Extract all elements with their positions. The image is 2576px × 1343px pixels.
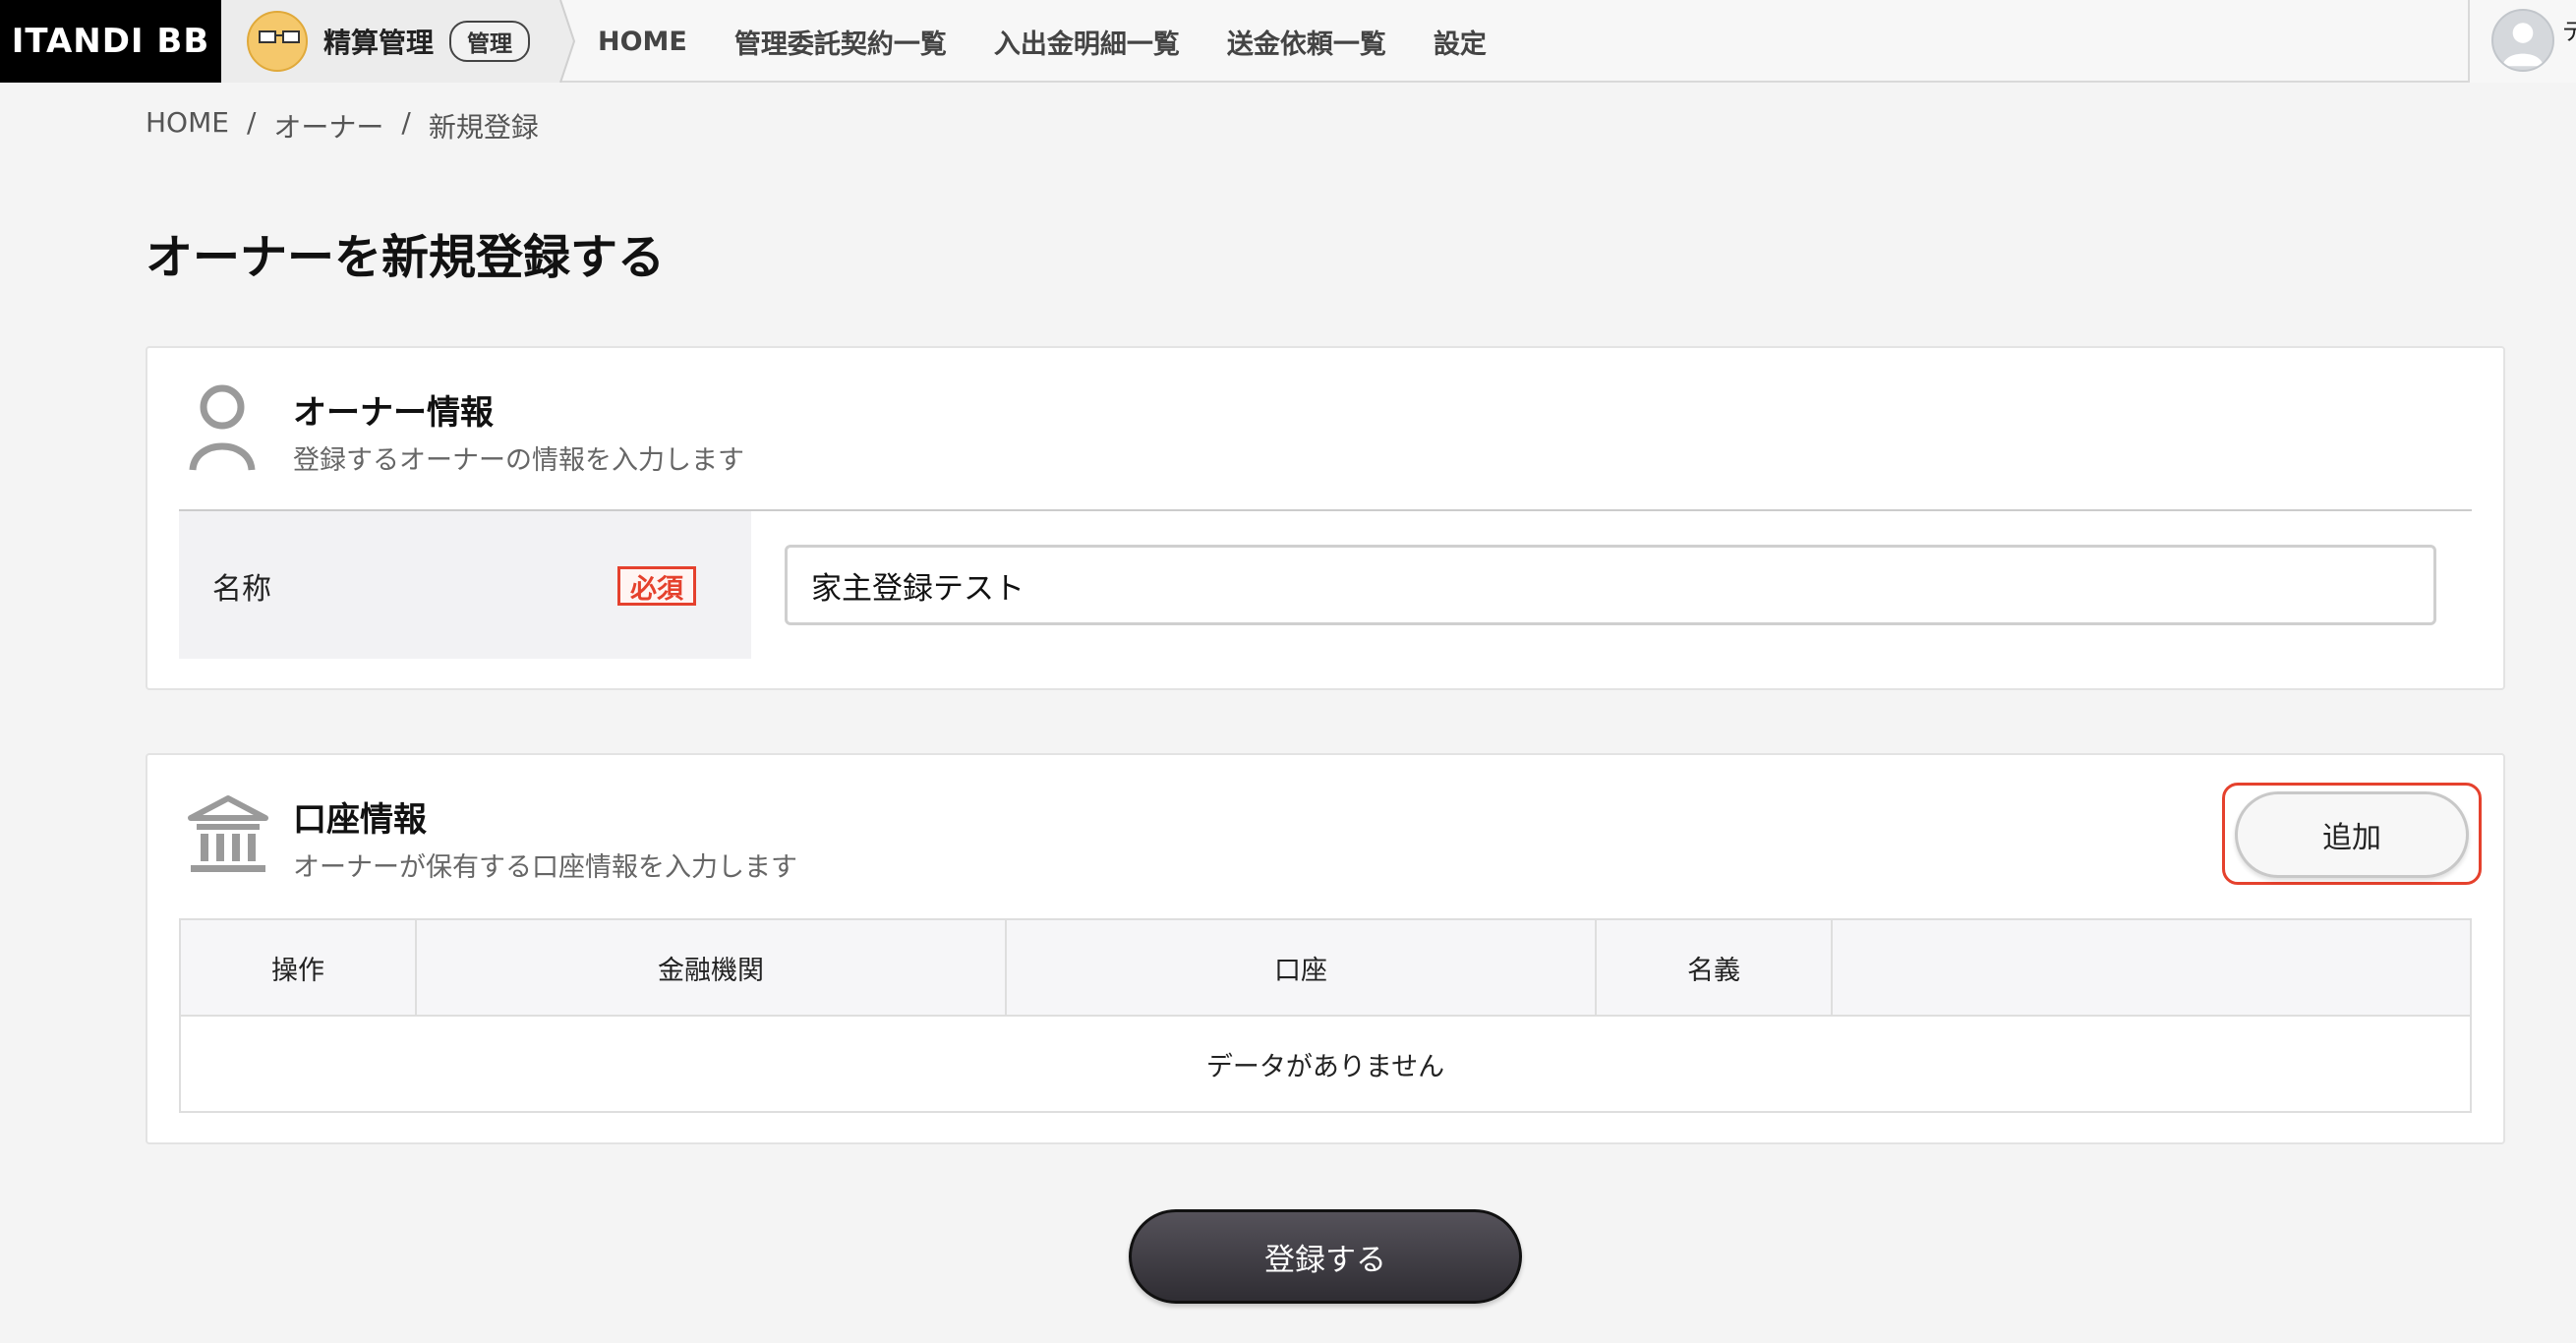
user-menu[interactable]: デ	[2468, 0, 2576, 83]
add-button-highlight: 追加	[2222, 783, 2482, 885]
owner-name-label-cell: 名称 必須	[179, 511, 751, 659]
owner-section-title: オーナー情報	[293, 393, 494, 433]
breadcrumb-separator: /	[246, 106, 257, 139]
owner-section-description: 登録するオーナーの情報を入力します	[293, 445, 744, 476]
column-header-actions: 操作	[179, 918, 417, 1017]
column-header-holder: 名義	[1595, 918, 1833, 1017]
nav-remittance-requests[interactable]: 送金依頼一覧	[1227, 23, 1386, 61]
user-name-text: デ	[2562, 18, 2576, 45]
account-section-title: 口座情報	[293, 800, 427, 840]
column-header-account: 口座	[1005, 918, 1597, 1017]
nav-settings[interactable]: 設定	[1434, 23, 1487, 61]
owner-name-label: 名称	[212, 572, 271, 607]
person-icon	[189, 384, 256, 471]
app-mascot-icon	[247, 11, 308, 72]
breadcrumb: HOME / オーナー / 新規登録	[146, 106, 539, 146]
owner-name-input[interactable]	[785, 545, 2436, 625]
nav-transactions[interactable]: 入出金明細一覧	[994, 23, 1180, 61]
brand-logo[interactable]: ITANDI BB	[0, 0, 221, 83]
breadcrumb-separator: /	[401, 106, 411, 139]
top-navigation-bar: ITANDI BB 精算管理 管理 HOME 管理委託契約一覧 入出金明細一覧 …	[0, 0, 2576, 83]
role-badge: 管理	[449, 21, 531, 62]
table-header-row: 操作 金融機関 口座 名義	[179, 918, 2472, 1017]
nav-home[interactable]: HOME	[598, 27, 687, 57]
table-row: データがありません	[179, 1015, 2472, 1113]
account-table: 操作 金融機関 口座 名義 データがありません	[179, 918, 2472, 1113]
account-section-description: オーナーが保有する口座情報を入力します	[293, 852, 797, 883]
register-button[interactable]: 登録する	[1129, 1209, 1522, 1304]
required-badge: 必須	[617, 566, 696, 606]
avatar[interactable]	[2491, 9, 2554, 72]
add-account-button[interactable]: 追加	[2235, 791, 2469, 878]
column-header-bank: 金融機関	[415, 918, 1007, 1017]
account-info-panel: 口座情報 オーナーが保有する口座情報を入力します 追加 操作 金融機関 口座 名…	[146, 753, 2505, 1144]
chip-arrow-divider	[551, 0, 576, 83]
owner-info-panel: オーナー情報 登録するオーナーの情報を入力します 名称 必須	[146, 346, 2505, 690]
empty-message: データがありません	[179, 1015, 2472, 1113]
bank-icon	[188, 795, 268, 872]
user-icon	[2502, 23, 2544, 67]
main-nav: HOME 管理委託契約一覧 入出金明細一覧 送金依頼一覧 設定	[598, 0, 1534, 83]
column-header-blank	[1831, 918, 2472, 1017]
glasses-icon	[259, 30, 300, 43]
breadcrumb-current: 新規登録	[428, 111, 539, 144]
app-name: 精算管理	[323, 27, 435, 59]
app-switcher[interactable]: 精算管理 管理	[221, 0, 560, 83]
nav-management-contracts[interactable]: 管理委託契約一覧	[734, 23, 947, 61]
page-title: オーナーを新規登録する	[146, 230, 666, 285]
breadcrumb-home[interactable]: HOME	[146, 106, 229, 146]
owner-name-row: 名称 必須	[179, 511, 2472, 659]
breadcrumb-owner[interactable]: オーナー	[273, 106, 383, 146]
